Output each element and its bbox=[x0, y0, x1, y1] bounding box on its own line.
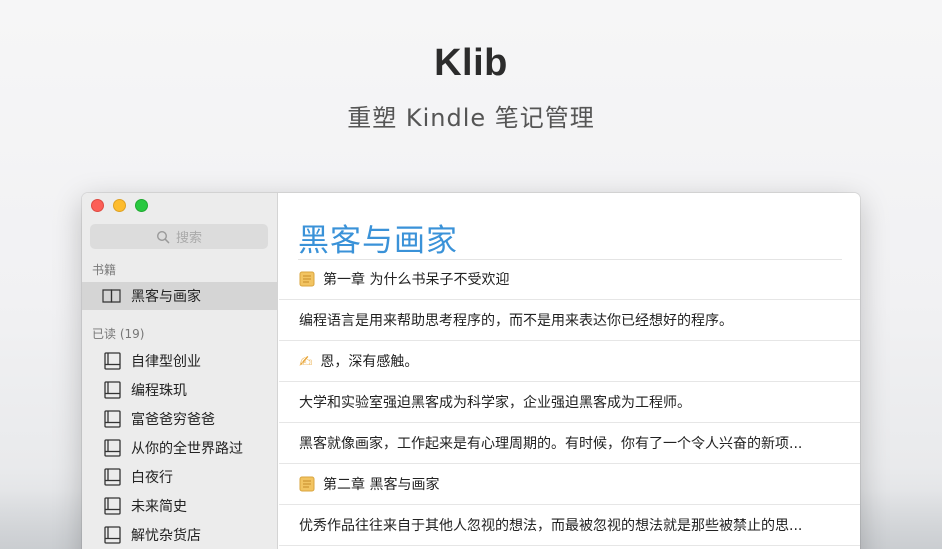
sidebar-item-label: 解忧杂货店 bbox=[131, 528, 201, 544]
sidebar-item-label: 编程珠玑 bbox=[131, 383, 187, 399]
sidebar-item-book[interactable]: 自律型创业 bbox=[82, 347, 277, 375]
search-icon bbox=[156, 230, 170, 243]
app-subtitle: 重塑 Kindle 笔记管理 bbox=[347, 104, 595, 132]
books-section-label: 书籍 bbox=[92, 263, 117, 277]
highlight-row[interactable]: 大学和实验室强迫黑客成为科学家，企业强迫黑客成为工程师。 bbox=[279, 382, 860, 423]
book-icon bbox=[104, 381, 121, 399]
app-window: 搜索 书籍 黑客与画家 已读 (19) 自律型创业 编程珠玑 富爸爸穷爸爸 从你… bbox=[82, 193, 860, 549]
sidebar-item-label: 富爸爸穷爸爸 bbox=[131, 412, 215, 428]
sidebar: 搜索 书籍 黑客与画家 已读 (19) 自律型创业 编程珠玑 富爸爸穷爸爸 从你… bbox=[82, 193, 278, 549]
chapter-title: 第一章 为什么书呆子不受欢迎 bbox=[323, 272, 510, 288]
sidebar-item-label: 从你的全世界路过 bbox=[131, 441, 243, 457]
notepad-icon bbox=[299, 476, 315, 492]
main-content: 黑客与画家 第一章 为什么书呆子不受欢迎 编程语言是用来帮助思考程序的，而不是用… bbox=[279, 193, 860, 549]
read-section-label: 已读 (19) bbox=[92, 327, 145, 341]
app-title: Klib bbox=[434, 42, 508, 84]
book-icon bbox=[104, 497, 121, 515]
sidebar-item-book[interactable]: 富爸爸穷爸爸 bbox=[82, 405, 277, 433]
sidebar-item-book[interactable]: 从你的全世界路过 bbox=[82, 434, 277, 462]
chapter-row[interactable]: 第二章 黑客与画家 bbox=[279, 464, 860, 505]
sidebar-item-label: 未来简史 bbox=[131, 499, 187, 515]
sidebar-item-current-book[interactable]: 黑客与画家 bbox=[82, 282, 277, 310]
sidebar-item-label: 黑客与画家 bbox=[131, 289, 201, 305]
highlight-row[interactable]: 优秀作品往往来自于其他人忽视的想法，而最被忽视的想法就是那些被禁止的思... bbox=[279, 505, 860, 546]
sidebar-item-label: 自律型创业 bbox=[131, 354, 201, 370]
book-icon bbox=[104, 468, 121, 486]
chapter-row[interactable]: 第一章 为什么书呆子不受欢迎 bbox=[279, 259, 860, 300]
highlight-text: 黑客就像画家，工作起来是有心理周期的。有时候，你有了一个令人兴奋的新项... bbox=[299, 436, 803, 452]
highlight-row[interactable]: 黑客就像画家，工作起来是有心理周期的。有时候，你有了一个令人兴奋的新项... bbox=[279, 423, 860, 464]
book-icon bbox=[104, 352, 121, 370]
book-icon bbox=[104, 410, 121, 428]
book-icon bbox=[104, 526, 121, 544]
close-button[interactable] bbox=[91, 199, 104, 212]
sidebar-item-book[interactable]: 白夜行 bbox=[82, 463, 277, 491]
notepad-icon bbox=[299, 271, 315, 287]
zoom-button[interactable] bbox=[135, 199, 148, 212]
open-book-icon bbox=[102, 289, 121, 303]
highlight-text: 优秀作品往往来自于其他人忽视的想法，而最被忽视的想法就是那些被禁止的思... bbox=[299, 518, 803, 534]
chapter-title: 第二章 黑客与画家 bbox=[323, 477, 440, 493]
sidebar-item-book[interactable]: 未来简史 bbox=[82, 492, 277, 520]
minimize-button[interactable] bbox=[113, 199, 126, 212]
search-input[interactable]: 搜索 bbox=[90, 224, 268, 249]
note-row[interactable]: ✍ 恩，深有感触。 bbox=[279, 341, 860, 382]
book-title: 黑客与画家 bbox=[298, 223, 458, 259]
highlight-text: 大学和实验室强迫黑客成为科学家，企业强迫黑客成为工程师。 bbox=[299, 395, 691, 411]
sidebar-item-book[interactable]: 解忧杂货店 bbox=[82, 521, 277, 549]
window-controls bbox=[91, 199, 148, 212]
note-text: 恩，深有感触。 bbox=[320, 354, 419, 370]
book-icon bbox=[104, 439, 121, 457]
sidebar-item-book[interactable]: 编程珠玑 bbox=[82, 376, 277, 404]
writing-hand-icon: ✍ bbox=[299, 351, 313, 371]
search-placeholder: 搜索 bbox=[175, 231, 202, 246]
highlight-row[interactable]: 编程语言是用来帮助思考程序的，而不是用来表达你已经想好的程序。 bbox=[279, 300, 860, 341]
sidebar-item-label: 白夜行 bbox=[131, 470, 173, 486]
highlight-text: 编程语言是用来帮助思考程序的，而不是用来表达你已经想好的程序。 bbox=[299, 313, 733, 329]
